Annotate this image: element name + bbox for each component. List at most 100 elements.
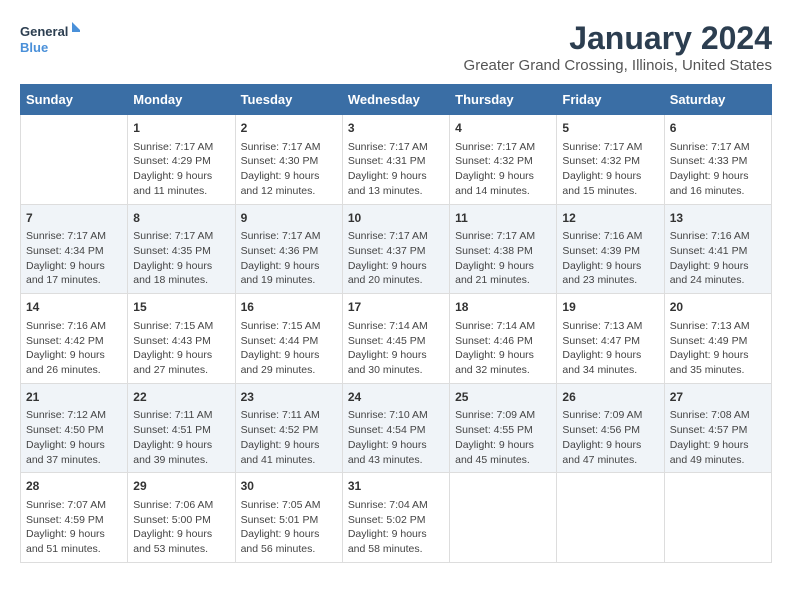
calendar-cell: 13Sunrise: 7:16 AM Sunset: 4:41 PM Dayli… xyxy=(664,204,771,294)
week-row-4: 21Sunrise: 7:12 AM Sunset: 4:50 PM Dayli… xyxy=(21,383,772,473)
day-content: Sunrise: 7:17 AM Sunset: 4:32 PM Dayligh… xyxy=(455,140,551,199)
calendar-cell: 4 Sunrise: 7:17 AM Sunset: 4:32 PM Daylig… xyxy=(450,115,557,205)
title-area: January 2024 Greater Grand Crossing, Ill… xyxy=(464,20,772,74)
day-content: Sunrise: 7:09 AM Sunset: 4:56 PM Dayligh… xyxy=(562,408,658,467)
calendar-cell: 26 Sunrise: 7:09 AM Sunset: 4:56 PM Dayli… xyxy=(557,383,664,473)
day-content: Sunrise: 7:08 AM Sunset: 4:57 PM Dayligh… xyxy=(670,408,766,467)
calendar-cell: 28Sunrise: 7:07 AM Sunset: 4:59 PM Dayli… xyxy=(21,473,128,563)
day-number: 28 xyxy=(26,478,122,495)
day-number: 15 xyxy=(133,299,229,316)
day-content: Sunrise: 7:14 AM Sunset: 4:45 PM Dayligh… xyxy=(348,319,444,378)
day-number: 4 xyxy=(455,120,551,137)
day-number: 29 xyxy=(133,478,229,495)
day-number: 2 xyxy=(241,120,337,137)
logo-svg: General Blue xyxy=(20,20,80,60)
calendar-cell: 6 Sunrise: 7:17 AM Sunset: 4:33 PM Daylig… xyxy=(664,115,771,205)
day-content: Sunrise: 7:05 AM Sunset: 5:01 PM Dayligh… xyxy=(241,498,337,557)
calendar-cell: 22 Sunrise: 7:11 AM Sunset: 4:51 PM Dayli… xyxy=(128,383,235,473)
week-row-1: 1 Sunrise: 7:17 AM Sunset: 4:29 PM Daylig… xyxy=(21,115,772,205)
calendar-cell: 25Sunrise: 7:09 AM Sunset: 4:55 PM Dayli… xyxy=(450,383,557,473)
calendar-cell: 15 Sunrise: 7:15 AM Sunset: 4:43 PM Dayli… xyxy=(128,294,235,384)
week-row-5: 28Sunrise: 7:07 AM Sunset: 4:59 PM Dayli… xyxy=(21,473,772,563)
day-number: 14 xyxy=(26,299,122,316)
day-content: Sunrise: 7:13 AM Sunset: 4:47 PM Dayligh… xyxy=(562,319,658,378)
day-content: Sunrise: 7:17 AM Sunset: 4:35 PM Dayligh… xyxy=(133,229,229,288)
calendar-cell: 11 Sunrise: 7:17 AM Sunset: 4:38 PM Dayli… xyxy=(450,204,557,294)
header-day-tuesday: Tuesday xyxy=(235,85,342,115)
day-content: Sunrise: 7:11 AM Sunset: 4:52 PM Dayligh… xyxy=(241,408,337,467)
day-content: Sunrise: 7:04 AM Sunset: 5:02 PM Dayligh… xyxy=(348,498,444,557)
calendar-body: 1 Sunrise: 7:17 AM Sunset: 4:29 PM Daylig… xyxy=(21,115,772,563)
day-number: 26 xyxy=(562,389,658,406)
day-content: Sunrise: 7:13 AM Sunset: 4:49 PM Dayligh… xyxy=(670,319,766,378)
day-content: Sunrise: 7:11 AM Sunset: 4:51 PM Dayligh… xyxy=(133,408,229,467)
calendar-cell: 30 Sunrise: 7:05 AM Sunset: 5:01 PM Dayli… xyxy=(235,473,342,563)
week-row-3: 14 Sunrise: 7:16 AM Sunset: 4:42 PM Dayli… xyxy=(21,294,772,384)
calendar-cell: 16 Sunrise: 7:15 AM Sunset: 4:44 PM Dayli… xyxy=(235,294,342,384)
svg-text:General: General xyxy=(20,24,68,39)
day-number: 19 xyxy=(562,299,658,316)
calendar-cell: 18Sunrise: 7:14 AM Sunset: 4:46 PM Dayli… xyxy=(450,294,557,384)
day-number: 11 xyxy=(455,210,551,227)
calendar-cell: 19 Sunrise: 7:13 AM Sunset: 4:47 PM Dayli… xyxy=(557,294,664,384)
day-number: 27 xyxy=(670,389,766,406)
day-content: Sunrise: 7:17 AM Sunset: 4:29 PM Dayligh… xyxy=(133,140,229,199)
day-content: Sunrise: 7:17 AM Sunset: 4:37 PM Dayligh… xyxy=(348,229,444,288)
day-number: 12 xyxy=(562,210,658,227)
week-row-2: 7 Sunrise: 7:17 AM Sunset: 4:34 PM Daylig… xyxy=(21,204,772,294)
header-day-wednesday: Wednesday xyxy=(342,85,449,115)
calendar-cell: 8 Sunrise: 7:17 AM Sunset: 4:35 PM Daylig… xyxy=(128,204,235,294)
day-content: Sunrise: 7:17 AM Sunset: 4:33 PM Dayligh… xyxy=(670,140,766,199)
calendar-cell: 1 Sunrise: 7:17 AM Sunset: 4:29 PM Daylig… xyxy=(128,115,235,205)
header-day-sunday: Sunday xyxy=(21,85,128,115)
day-number: 23 xyxy=(241,389,337,406)
calendar-header: SundayMondayTuesdayWednesdayThursdayFrid… xyxy=(21,85,772,115)
day-content: Sunrise: 7:17 AM Sunset: 4:36 PM Dayligh… xyxy=(241,229,337,288)
calendar-cell: 27 Sunrise: 7:08 AM Sunset: 4:57 PM Dayli… xyxy=(664,383,771,473)
day-content: Sunrise: 7:15 AM Sunset: 4:43 PM Dayligh… xyxy=(133,319,229,378)
day-number: 24 xyxy=(348,389,444,406)
calendar-cell: 7 Sunrise: 7:17 AM Sunset: 4:34 PM Daylig… xyxy=(21,204,128,294)
day-number: 30 xyxy=(241,478,337,495)
day-number: 6 xyxy=(670,120,766,137)
header-day-saturday: Saturday xyxy=(664,85,771,115)
calendar-cell xyxy=(21,115,128,205)
calendar-cell: 9 Sunrise: 7:17 AM Sunset: 4:36 PM Daylig… xyxy=(235,204,342,294)
day-number: 8 xyxy=(133,210,229,227)
day-content: Sunrise: 7:17 AM Sunset: 4:38 PM Dayligh… xyxy=(455,229,551,288)
calendar-cell: 20 Sunrise: 7:13 AM Sunset: 4:49 PM Dayli… xyxy=(664,294,771,384)
calendar-cell: 10Sunrise: 7:17 AM Sunset: 4:37 PM Dayli… xyxy=(342,204,449,294)
header-day-monday: Monday xyxy=(128,85,235,115)
calendar-cell: 23 Sunrise: 7:11 AM Sunset: 4:52 PM Dayli… xyxy=(235,383,342,473)
day-number: 1 xyxy=(133,120,229,137)
day-number: 25 xyxy=(455,389,551,406)
page-subtitle: Greater Grand Crossing, Illinois, United… xyxy=(464,57,772,74)
calendar-cell xyxy=(557,473,664,563)
calendar-cell: 31 Sunrise: 7:04 AM Sunset: 5:02 PM Dayli… xyxy=(342,473,449,563)
day-number: 7 xyxy=(26,210,122,227)
day-content: Sunrise: 7:16 AM Sunset: 4:42 PM Dayligh… xyxy=(26,319,122,378)
calendar-cell: 17Sunrise: 7:14 AM Sunset: 4:45 PM Dayli… xyxy=(342,294,449,384)
day-number: 9 xyxy=(241,210,337,227)
calendar-cell: 14 Sunrise: 7:16 AM Sunset: 4:42 PM Dayli… xyxy=(21,294,128,384)
day-content: Sunrise: 7:16 AM Sunset: 4:41 PM Dayligh… xyxy=(670,229,766,288)
day-number: 22 xyxy=(133,389,229,406)
day-content: Sunrise: 7:17 AM Sunset: 4:30 PM Dayligh… xyxy=(241,140,337,199)
calendar-cell xyxy=(450,473,557,563)
day-number: 31 xyxy=(348,478,444,495)
calendar-table: SundayMondayTuesdayWednesdayThursdayFrid… xyxy=(20,84,772,563)
day-content: Sunrise: 7:15 AM Sunset: 4:44 PM Dayligh… xyxy=(241,319,337,378)
page-title: January 2024 xyxy=(464,20,772,57)
day-number: 16 xyxy=(241,299,337,316)
header-day-friday: Friday xyxy=(557,85,664,115)
day-content: Sunrise: 7:17 AM Sunset: 4:32 PM Dayligh… xyxy=(562,140,658,199)
day-content: Sunrise: 7:17 AM Sunset: 4:31 PM Dayligh… xyxy=(348,140,444,199)
day-number: 20 xyxy=(670,299,766,316)
day-number: 3 xyxy=(348,120,444,137)
svg-text:Blue: Blue xyxy=(20,40,48,55)
calendar-cell: 29 Sunrise: 7:06 AM Sunset: 5:00 PM Dayli… xyxy=(128,473,235,563)
day-content: Sunrise: 7:06 AM Sunset: 5:00 PM Dayligh… xyxy=(133,498,229,557)
calendar-cell xyxy=(664,473,771,563)
calendar-cell: 2 Sunrise: 7:17 AM Sunset: 4:30 PM Daylig… xyxy=(235,115,342,205)
day-content: Sunrise: 7:17 AM Sunset: 4:34 PM Dayligh… xyxy=(26,229,122,288)
